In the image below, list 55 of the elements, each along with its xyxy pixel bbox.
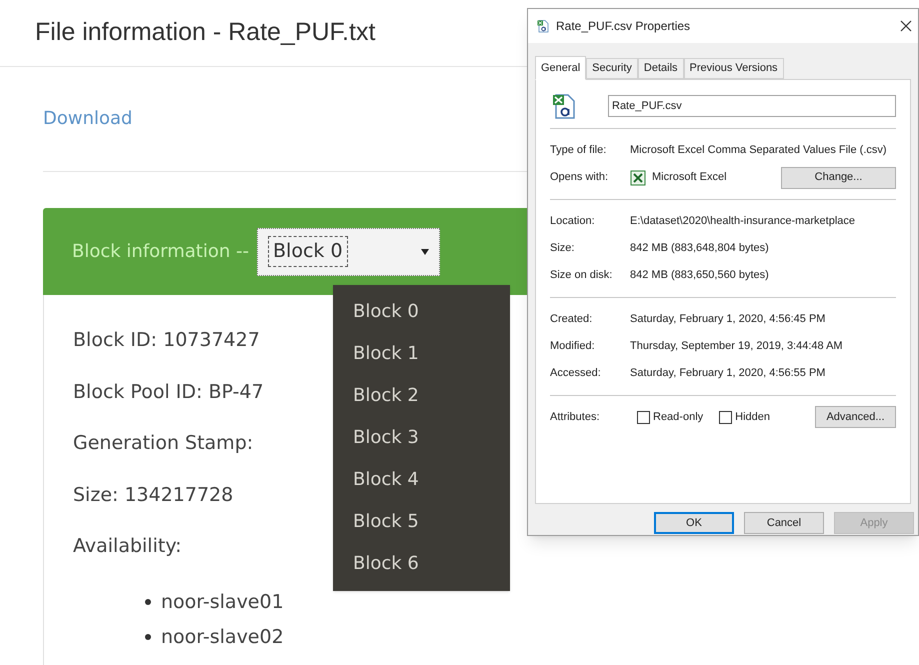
host-name: noor-slave01 [161, 590, 284, 614]
spreadsheet-file-icon [536, 19, 550, 33]
change-button[interactable]: Change... [781, 166, 896, 188]
property-value: Saturday, February 1, 2020, 4:56:55 PM [630, 366, 826, 382]
property-value: Saturday, February 1, 2020, 4:56:45 PM [630, 312, 826, 328]
checkbox[interactable] [637, 410, 650, 424]
checkbox-label: Hidden [735, 410, 770, 425]
availability-label: Availability: [73, 534, 182, 559]
property-value: Microsoft Excel [652, 170, 728, 186]
property-value: 842 MB (883,650,560 bytes) [630, 268, 769, 284]
property-label: Opens with: [550, 170, 610, 186]
bullet-icon [145, 634, 151, 640]
dropdown-option[interactable]: Block 1 [353, 333, 419, 375]
block-detail: Size: 134217728 [73, 482, 234, 508]
caret-icon [421, 248, 430, 254]
dropdown-option[interactable]: Block 4 [353, 459, 419, 501]
file-name-field[interactable]: Rate_PUF.csv [608, 95, 896, 117]
property-value: E:\dataset\2020\health-insurance-marketplace [630, 214, 856, 230]
dialog-tab[interactable]: Security [586, 58, 638, 79]
dialog-button[interactable]: OK [654, 512, 734, 534]
advanced-button[interactable]: Advanced... [815, 406, 896, 428]
block-detail: Generation Stamp: [73, 431, 254, 456]
property-label: Size on disk: [550, 268, 614, 284]
bullet-icon [145, 599, 151, 605]
dropdown-option[interactable]: Block 0 [353, 291, 419, 333]
dialog-tab[interactable]: General [535, 56, 586, 80]
block-select[interactable]: Block 0 [257, 228, 440, 276]
property-label: Type of file: [550, 143, 608, 158]
checkbox-label: Read-only [653, 410, 704, 425]
spreadsheet-file-icon [550, 92, 578, 120]
dropdown-option[interactable]: Block 2 [353, 375, 419, 417]
block-detail: Block ID: 10737427 [73, 328, 260, 353]
host-name: noor-slave02 [161, 624, 284, 650]
property-label: Location: [550, 214, 596, 230]
spreadsheet-app-icon [630, 170, 646, 186]
dialog-tab[interactable]: Details [638, 58, 684, 79]
dialog-tab[interactable]: Previous Versions [684, 58, 784, 79]
dropdown-option[interactable]: Block 6 [353, 543, 419, 585]
dialog-button[interactable]: Cancel [744, 512, 824, 534]
property-label: Size: [550, 241, 576, 256]
property-label: Created: [550, 312, 594, 328]
property-value: Microsoft Excel Comma Separated Values File (.csv) [630, 143, 887, 158]
page-title: File information - Rate_PUF.txt [35, 17, 376, 48]
close-icon[interactable] [900, 20, 912, 32]
property-value: 842 MB (883,648,804 bytes) [630, 241, 769, 256]
panel-heading: Block information -- [72, 240, 250, 264]
block-detail: Block Pool ID: BP-47 [73, 380, 264, 404]
property-label: Modified: [550, 339, 596, 354]
property-value: Thursday, September 19, 2019, 3:44:48 AM [630, 339, 843, 354]
property-label: Attributes: [550, 410, 601, 425]
dialog-title: Rate_PUF.csv Properties [556, 18, 692, 35]
dropdown-option[interactable]: Block 5 [353, 501, 419, 543]
property-label: Accessed: [550, 366, 602, 382]
checkbox[interactable] [719, 410, 732, 424]
dropdown-option[interactable]: Block 3 [353, 417, 419, 459]
